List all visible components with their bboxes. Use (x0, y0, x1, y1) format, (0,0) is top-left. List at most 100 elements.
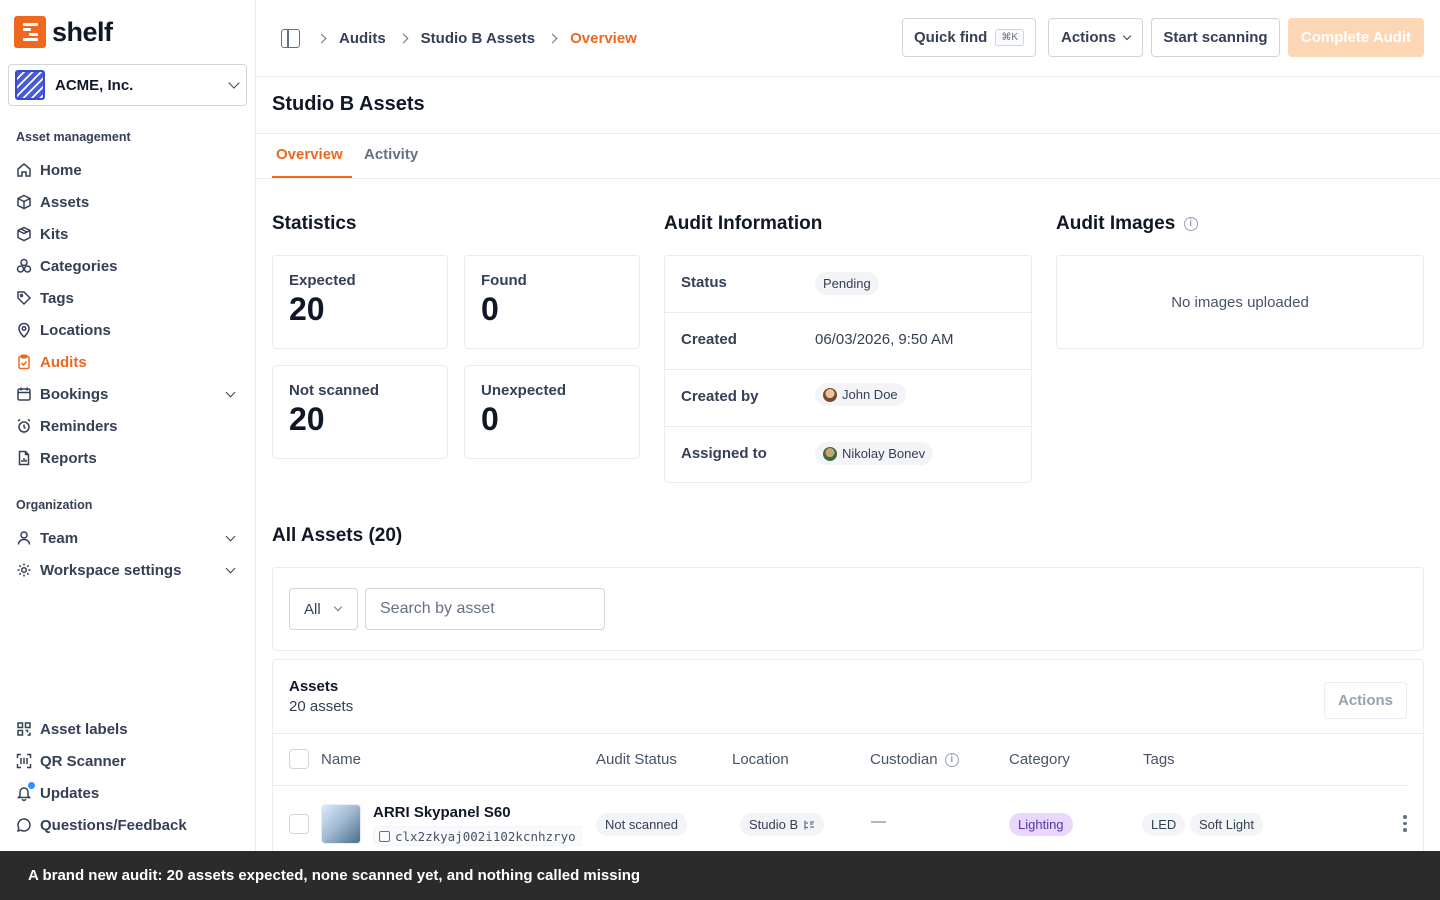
status-badge: Pending (815, 272, 879, 295)
sidebar-item-assets[interactable]: Assets (16, 190, 242, 214)
avatar (823, 446, 837, 461)
sidebar-item-reminders[interactable]: Reminders (16, 414, 242, 438)
stat-label: Found (481, 272, 527, 289)
chevron-right-icon (398, 33, 409, 44)
divider (256, 133, 1440, 134)
sidebar-item-label: Reminders (40, 417, 118, 435)
sidebar-item-categories[interactable]: Categories (16, 254, 242, 278)
asset-id-badge[interactable]: clx2zkyaj002i102kcnhzryo (373, 826, 582, 846)
sidebar-item-kits[interactable]: Kits (16, 222, 242, 246)
custodian-empty: — (871, 813, 886, 830)
chevron-down-icon[interactable] (225, 531, 236, 541)
sidebar-item-label: Reports (40, 449, 97, 467)
tab-overview[interactable]: Overview (276, 146, 343, 163)
column-header-audit-status[interactable]: Audit Status (596, 751, 677, 768)
bulk-actions-button[interactable]: Actions (1324, 682, 1407, 719)
select-all-checkbox[interactable] (289, 749, 309, 769)
location-name: Studio B (749, 817, 799, 832)
sidebar-item-bookings[interactable]: Bookings (16, 382, 242, 406)
sidebar-item-workspace-settings[interactable]: Workspace settings (16, 558, 242, 582)
row-menu-icon[interactable] (1403, 815, 1407, 832)
alarm-icon (16, 418, 32, 434)
brand-name: shelf (52, 16, 113, 47)
info-icon[interactable]: i (1183, 216, 1198, 231)
chevron-down-icon[interactable] (225, 563, 236, 573)
audit-info-heading: Audit Information (664, 213, 823, 234)
sidebar-item-tags[interactable]: Tags (16, 286, 242, 310)
column-header-category[interactable]: Category (1009, 751, 1070, 768)
complete-audit-button[interactable]: Complete Audit (1288, 18, 1424, 57)
shelf-logo[interactable]: shelf (14, 16, 113, 48)
sidebar-item-label: Home (40, 161, 82, 179)
chevron-down-icon[interactable] (225, 387, 236, 397)
message-icon (16, 817, 32, 833)
sidebar-item-label: Workspace settings (40, 561, 182, 579)
scan-icon (16, 753, 32, 769)
sidebar-item-feedback[interactable]: Questions/Feedback (16, 813, 242, 837)
quick-find-label: Quick find (913, 29, 988, 46)
stat-label: Not scanned (289, 382, 380, 399)
tab-activity[interactable]: Activity (364, 146, 418, 163)
breadcrumb-audits[interactable]: Audits (339, 30, 386, 47)
sidebar-item-asset-labels[interactable]: Asset labels (16, 717, 242, 741)
avatar (823, 387, 837, 402)
actions-button[interactable]: Actions (1048, 18, 1143, 57)
sidebar-item-home[interactable]: Home (16, 158, 242, 182)
clipboard-icon (16, 354, 32, 370)
asset-thumbnail[interactable] (321, 804, 361, 844)
info-key: Assigned to (681, 445, 767, 462)
column-header-name[interactable]: Name (321, 751, 361, 768)
workspace-switcher[interactable]: ACME, Inc. (8, 64, 247, 106)
bell-icon (16, 782, 35, 801)
info-row-status: Status Pending (665, 256, 1031, 313)
info-key: Created (681, 331, 737, 348)
calendar-icon (16, 386, 32, 402)
sidebar-item-qr-scanner[interactable]: QR Scanner (16, 749, 242, 773)
location-badge[interactable]: Studio B (740, 813, 825, 836)
column-header-location[interactable]: Location (732, 751, 789, 768)
complete-audit-label: Complete Audit (1300, 29, 1412, 46)
chevron-down-icon (1122, 31, 1132, 40)
table-title: Assets (289, 678, 339, 695)
filter-bar: All (272, 567, 1424, 651)
sidebar-item-label: QR Scanner (40, 752, 126, 770)
sidebar-toggle-icon[interactable] (281, 29, 300, 48)
sidebar-item-audits[interactable]: Audits (16, 350, 242, 374)
tag-badge: Soft Light (1190, 813, 1263, 836)
search-input[interactable] (365, 588, 605, 630)
stat-label: Unexpected (481, 382, 567, 399)
map-pin-icon (16, 322, 32, 338)
user-name: John Doe (842, 387, 898, 402)
caption-banner: A brand new audit: 20 assets expected, n… (0, 851, 1440, 900)
section-asset-management: Asset management (16, 130, 131, 144)
divider (273, 785, 1409, 786)
column-label: Custodian (870, 751, 938, 768)
tag-badge: LED (1142, 813, 1186, 836)
column-header-custodian[interactable]: Custodian i (870, 751, 959, 768)
divider (256, 178, 1440, 179)
column-header-tags[interactable]: Tags (1143, 751, 1175, 768)
quick-find-button[interactable]: Quick find ⌘K (902, 18, 1036, 57)
stat-card-expected: Expected 20 (272, 255, 448, 349)
sidebar-item-updates[interactable]: Updates (16, 781, 242, 805)
all-assets-heading: All Assets (20) (272, 525, 403, 546)
workspace-avatar (15, 70, 45, 100)
start-scanning-button[interactable]: Start scanning (1151, 18, 1280, 57)
sidebar-item-team[interactable]: Team (16, 526, 242, 550)
workspace-name: ACME, Inc. (55, 76, 134, 94)
sidebar-item-label: Asset labels (40, 720, 128, 738)
stat-card-unexpected: Unexpected 0 (464, 365, 640, 459)
sidebar-item-label: Updates (40, 784, 100, 802)
sidebar-item-locations[interactable]: Locations (16, 318, 242, 342)
asset-name-link[interactable]: ARRI Skypanel S60 (373, 804, 511, 821)
audit-images-title: Audit Images (1056, 213, 1176, 234)
sidebar-item-reports[interactable]: Reports (16, 446, 242, 470)
breadcrumb-audit[interactable]: Studio B Assets (421, 30, 535, 47)
status-filter-select[interactable]: All (289, 588, 358, 630)
statistics-heading: Statistics (272, 213, 357, 234)
package-icon (16, 226, 32, 242)
info-icon[interactable]: i (944, 753, 959, 768)
sidebar-item-label: Tags (40, 289, 74, 307)
row-checkbox[interactable] (289, 814, 309, 834)
sidebar-item-label: Locations (40, 321, 111, 339)
